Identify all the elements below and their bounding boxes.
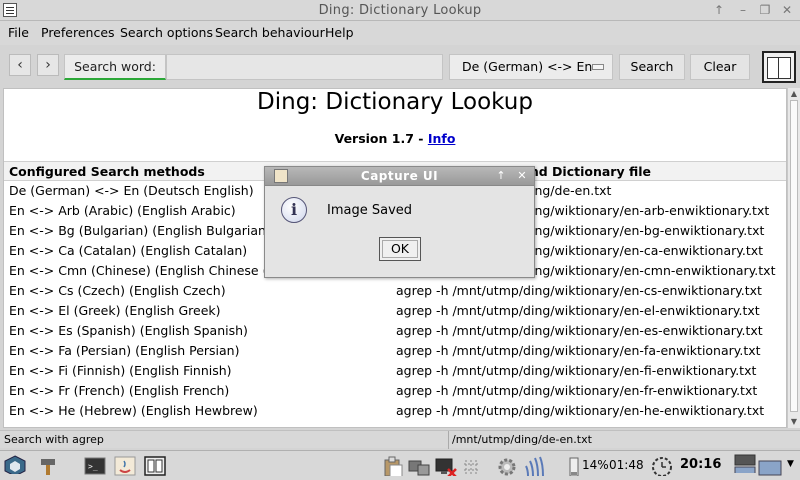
battery-percent: 14%: [582, 458, 609, 472]
search-method-cell: En <-> Fr (French) (English French): [9, 383, 230, 398]
search-command-cell: agrep -h /mnt/utmp/ding/wiktionary/en-es…: [396, 323, 763, 338]
clear-button[interactable]: Clear: [690, 54, 750, 80]
menu-file[interactable]: File: [8, 25, 29, 40]
search-command-cell: agrep -h /mnt/utmp/ding/wiktionary/en-fi…: [396, 363, 757, 378]
java-icon[interactable]: [114, 456, 136, 476]
search-command-cell: agrep -h /mnt/utmp/ding/wiktionary/en-cs…: [396, 283, 762, 298]
column-header-methods: Configured Search methods: [9, 164, 205, 179]
maximize-icon[interactable]: ❐: [756, 2, 774, 18]
terminal-icon[interactable]: >_: [84, 456, 106, 476]
menu-bar: File Preferences Search options Search b…: [0, 21, 800, 45]
table-row[interactable]: En <-> Fr (French) (English French) agrep…: [4, 381, 786, 401]
status-left: Search with agrep: [4, 433, 104, 446]
screens-icon[interactable]: [408, 456, 430, 476]
page-heading: Ding: Dictionary Lookup: [257, 89, 533, 115]
settings-gear-icon[interactable]: [496, 456, 518, 476]
clock-time: 20:16: [680, 457, 722, 472]
table-row[interactable]: En <-> El (Greek) (English Greek) agrep -…: [4, 301, 786, 321]
scroll-up-icon[interactable]: ▲: [789, 89, 799, 99]
menu-help[interactable]: Help: [325, 25, 354, 40]
battery-icon: [569, 457, 579, 476]
dialog-up-icon[interactable]: ↑: [493, 169, 509, 183]
search-button[interactable]: Search: [619, 54, 685, 80]
network-disconnected-icon[interactable]: [434, 456, 458, 476]
table-row[interactable]: En <-> He (Hebrew) (English Hewbrew) agre…: [4, 401, 786, 421]
dialog-close-icon[interactable]: ✕: [514, 169, 530, 183]
search-method-cell: En <-> Es (Spanish) (English Spanish): [9, 323, 248, 338]
version-line: Version 1.7 - Info: [4, 131, 786, 146]
menu-preferences[interactable]: Preferences: [41, 25, 115, 40]
clipboard-icon[interactable]: [382, 456, 404, 476]
clock-icon: [652, 457, 672, 476]
dropdown-icon: [592, 64, 604, 70]
search-method-cell: En <-> Arb (Arabic) (English Arabic): [9, 203, 236, 218]
info-link[interactable]: Info: [428, 131, 456, 146]
search-method-cell: En <-> Ca (Catalan) (English Catalan): [9, 243, 248, 258]
minimize-icon[interactable]: –: [734, 2, 752, 18]
search-command-cell: agrep -h /mnt/utmp/ding/wiktionary/en-he…: [396, 403, 765, 418]
chevron-right-icon: ›: [45, 57, 51, 73]
version-text: Version 1.7 -: [334, 131, 424, 146]
dialog-message: Image Saved: [327, 203, 413, 218]
close-icon[interactable]: ✕: [778, 2, 796, 18]
hammer-icon[interactable]: [38, 456, 58, 476]
start-menu-icon[interactable]: [3, 454, 27, 474]
search-method-cell: En <-> Cs (Czech) (English Czech): [9, 283, 226, 298]
search-command-cell: agrep -h /mnt/utmp/ding/wiktionary/en-el…: [396, 303, 760, 318]
chevron-left-icon: ‹: [17, 57, 23, 73]
workspace-1-icon[interactable]: [734, 453, 756, 473]
grid-icon[interactable]: [462, 456, 482, 476]
scroll-thumb[interactable]: [790, 100, 798, 412]
search-method-cell: En <-> He (Hebrew) (English Hewbrew): [9, 403, 258, 418]
search-input[interactable]: [166, 54, 443, 80]
svg-text:>_: >_: [88, 462, 98, 471]
dictionary-task-icon[interactable]: [144, 456, 166, 476]
language-select-value: De (German) <-> En: [462, 59, 593, 74]
forward-button[interactable]: ›: [37, 54, 59, 76]
search-method-cell: De (German) <-> En (Deutsch English): [9, 183, 254, 198]
table-row[interactable]: En <-> Fi (Finnish) (English Finnish) agr…: [4, 361, 786, 381]
capture-ui-dialog: Capture UI ↑ ✕ i Image Saved OK: [264, 166, 535, 278]
status-bar: Search with agrep /mnt/utmp/ding/de-en.t…: [0, 430, 800, 449]
menu-search-behaviour[interactable]: Search behaviour: [215, 25, 325, 40]
dictionary-book-icon[interactable]: [762, 51, 796, 83]
dialog-titlebar[interactable]: Capture UI ↑ ✕: [265, 167, 534, 186]
window-up-icon[interactable]: ↑: [710, 2, 728, 18]
search-method-cell: En <-> Bg (Bulgarian) (English Bulgarian…: [9, 223, 271, 238]
table-row[interactable]: En <-> Fa (Persian) (English Persian) agr…: [4, 341, 786, 361]
search-command-cell: agrep -h /mnt/utmp/ding/wiktionary/en-fa…: [396, 343, 761, 358]
language-select[interactable]: De (German) <-> En: [449, 54, 613, 80]
menu-search-options[interactable]: Search options: [120, 25, 213, 40]
vertical-scrollbar[interactable]: ▲ ▼: [787, 88, 800, 428]
ok-button[interactable]: OK: [379, 237, 421, 261]
search-method-cell: En <-> El (Greek) (English Greek): [9, 303, 221, 318]
wifi-signal-icon[interactable]: [524, 456, 546, 476]
taskbar: >_ 14% 01:48 20:16 ▼: [0, 450, 800, 480]
tray-arrow-icon[interactable]: ▼: [787, 459, 794, 479]
toolbar: ‹ › Search word: De (German) <-> En Sear…: [0, 45, 800, 87]
status-right: /mnt/utmp/ding/de-en.txt: [448, 431, 592, 449]
search-method-cell: En <-> Fa (Persian) (English Persian): [9, 343, 240, 358]
window-titlebar: Ding: Dictionary Lookup ↑ – ❐ ✕: [0, 0, 800, 21]
table-row[interactable]: En <-> Es (Spanish) (English Spanish) agr…: [4, 321, 786, 341]
search-word-label: Search word:: [64, 54, 166, 80]
search-method-cell: En <-> Fi (Finnish) (English Finnish): [9, 363, 232, 378]
info-icon: i: [281, 197, 307, 223]
battery-time: 01:48: [609, 458, 644, 472]
table-row[interactable]: En <-> Cs (Czech) (English Czech) agrep -…: [4, 281, 786, 301]
window-title: Ding: Dictionary Lookup: [318, 3, 482, 18]
back-button[interactable]: ‹: [9, 54, 31, 76]
scroll-down-icon[interactable]: ▼: [789, 417, 799, 427]
search-command-cell: agrep -h /mnt/utmp/ding/wiktionary/en-fr…: [396, 383, 758, 398]
workspace-2-icon[interactable]: [758, 456, 782, 476]
